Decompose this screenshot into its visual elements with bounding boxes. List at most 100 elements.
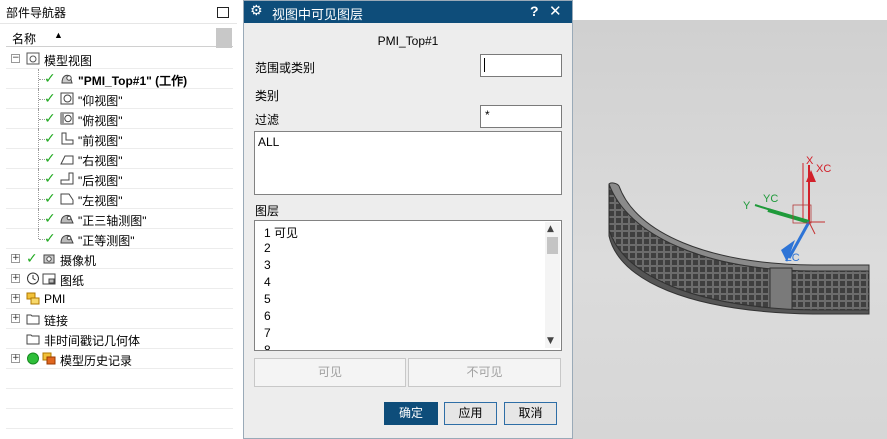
visible-layers-in-view-dialog: ⚙ 视图中可见图层 ? ✕ PMI_Top#1 范围或类别 类别 过滤 * AL… — [243, 0, 573, 439]
sort-ascending-icon: ▲ — [54, 30, 63, 40]
layer-list-scrollbar[interactable]: ▲ ▼ — [545, 222, 560, 348]
visible-check-icon[interactable]: ✓ — [44, 231, 56, 247]
trimetric-view-icon — [60, 214, 74, 224]
invisible-button[interactable]: 不可见 — [408, 358, 561, 387]
back-view-icon — [60, 172, 74, 185]
graphics-window[interactable]: X XC Y YC ZC — [573, 0, 887, 439]
expand-toggle[interactable]: + — [11, 254, 20, 263]
drawing-sheet-icon — [42, 273, 56, 285]
axis-label-xc: XC — [816, 163, 831, 175]
left-view-icon — [60, 193, 74, 205]
ok-button[interactable]: 确定 — [384, 402, 438, 425]
visible-check-icon[interactable]: ✓ — [26, 251, 38, 267]
list-item[interactable]: ALL — [258, 135, 279, 149]
axis-label-zc: ZC — [785, 252, 800, 264]
close-icon[interactable]: ✕ — [549, 2, 562, 20]
list-item[interactable]: 8 — [264, 343, 271, 350]
visible-check-icon[interactable]: ✓ — [44, 71, 56, 87]
cancel-button[interactable]: 取消 — [504, 402, 557, 425]
status-green-dot-icon — [27, 352, 39, 365]
tree-node-view-isometric[interactable]: ✓ "正等测图" — [6, 229, 233, 249]
tree-node-label: 摄像机 — [60, 254, 97, 268]
filter-label: 过滤 — [255, 113, 280, 127]
folder-icon — [26, 314, 40, 325]
collapse-toggle[interactable]: − — [11, 54, 20, 63]
expand-toggle[interactable]: + — [11, 274, 20, 283]
visible-check-icon[interactable]: ✓ — [44, 191, 56, 207]
tree-node-label: "正等测图" — [78, 234, 135, 248]
list-item[interactable]: 6 — [264, 309, 271, 323]
tree-node-label: "仰视图" — [78, 94, 123, 108]
isometric-view-icon — [60, 234, 74, 244]
coordinate-system-triad[interactable] — [754, 163, 825, 262]
tree-node-model-history[interactable]: + 模型历史记录 — [6, 349, 233, 369]
visible-button[interactable]: 可见 — [254, 358, 406, 387]
tree-node-view-top[interactable]: ✓ "俯视图" — [6, 109, 233, 129]
list-item[interactable]: 1 可见 — [264, 224, 298, 241]
front-view-icon — [61, 132, 74, 145]
visible-check-icon[interactable]: ✓ — [44, 111, 56, 127]
tree-node-label: "左视图" — [78, 194, 123, 208]
model-viewport: X XC Y YC ZC — [608, 155, 870, 315]
tree-node-view-bottom[interactable]: ✓ "仰视图" — [6, 89, 233, 109]
tree-node-links[interactable]: + 链接 — [6, 309, 233, 329]
tree-node-label: "后视图" — [78, 174, 123, 188]
tree-node-view-left[interactable]: ✓ "左视图" — [6, 189, 233, 209]
visible-check-icon[interactable]: ✓ — [44, 131, 56, 147]
axis-label-x: X — [806, 155, 814, 167]
list-item[interactable]: 4 — [264, 275, 271, 289]
tree-node-cameras[interactable]: + ✓ 摄像机 — [6, 249, 233, 269]
visible-check-icon[interactable]: ✓ — [44, 91, 56, 107]
tree-node-model-views[interactable]: − 模型视图 — [6, 49, 233, 69]
tree-node-drawings[interactable]: + 图纸 — [6, 269, 233, 289]
dialog-title: 视图中可见图层 — [272, 7, 364, 22]
gear-icon[interactable]: ⚙ — [250, 3, 263, 19]
list-item[interactable]: 7 — [264, 326, 271, 340]
tree-node-label: 非时间戳记几何体 — [44, 334, 141, 348]
visible-check-icon[interactable]: ✓ — [44, 151, 56, 167]
apply-button[interactable]: 应用 — [444, 402, 497, 425]
range-or-category-label: 范围或类别 — [255, 61, 316, 75]
expand-toggle[interactable]: + — [11, 294, 20, 303]
list-item[interactable]: 2 — [264, 241, 271, 255]
expand-toggle[interactable]: + — [11, 354, 20, 363]
pmi-view-icon — [61, 74, 73, 84]
column-header-name[interactable]: 名称 ▲ — [6, 27, 233, 47]
chevron-up-icon[interactable]: ▲ — [547, 224, 554, 234]
folder-icon — [26, 334, 40, 345]
filter-input[interactable]: * — [480, 105, 562, 128]
tree-node-label: 图纸 — [60, 274, 85, 288]
pmi-icon — [26, 292, 40, 305]
tree-node-view-front[interactable]: ✓ "前视图" — [6, 129, 233, 149]
chevron-down-icon[interactable]: ▼ — [547, 336, 554, 346]
category-list[interactable]: ALL — [254, 131, 562, 195]
curved-perforated-part[interactable] — [608, 182, 870, 315]
range-or-category-input[interactable] — [480, 54, 562, 77]
scroll-thumb[interactable] — [547, 237, 558, 254]
tree-node-view-back[interactable]: ✓ "后视图" — [6, 169, 233, 189]
tree-node-pmi[interactable]: + PMI — [6, 289, 233, 309]
dialog-title-bar[interactable]: ⚙ 视图中可见图层 ? ✕ — [244, 1, 572, 23]
tree-node-unsequenced-geometry[interactable]: 非时间戳记几何体 — [6, 329, 233, 349]
tree-node-view-right[interactable]: ✓ "右视图" — [6, 149, 233, 169]
tree-node-view-trimetric[interactable]: ✓ "正三轴测图" — [6, 209, 233, 229]
expand-toggle[interactable]: + — [11, 314, 20, 323]
tree-node-view-pmi-top[interactable]: ✓ "PMI_Top#1" (工作) — [6, 69, 233, 89]
list-item[interactable]: 5 — [264, 292, 271, 306]
navigator-scrollbar[interactable] — [216, 28, 232, 48]
tree-node-label: PMI — [44, 292, 66, 306]
list-item[interactable]: 3 — [264, 258, 271, 272]
navigator-tree: − 模型视图 ✓ "PMI_Top#1" (工作) ✓ "仰视图" ✓ "俯视图… — [6, 49, 233, 429]
maximize-icon[interactable] — [217, 7, 229, 18]
part-navigator: 部件导航器 名称 ▲ − 模型视图 ✓ "PMI_Top#1" (工作) ✓ "… — [0, 0, 237, 439]
layer-list[interactable]: 1 可见 2 3 4 5 6 7 8 ▲ ▼ — [254, 220, 562, 351]
tree-node-label: 模型视图 — [44, 54, 93, 68]
visible-check-icon[interactable]: ✓ — [44, 171, 56, 187]
visible-check-icon[interactable]: ✓ — [44, 211, 56, 227]
category-section-label: 类别 — [255, 89, 280, 103]
tree-node-label: "右视图" — [78, 154, 123, 168]
help-icon[interactable]: ? — [530, 3, 539, 19]
camera-icon — [43, 254, 55, 264]
column-header-label: 名称 — [12, 32, 37, 46]
bottom-view-icon — [60, 92, 74, 105]
